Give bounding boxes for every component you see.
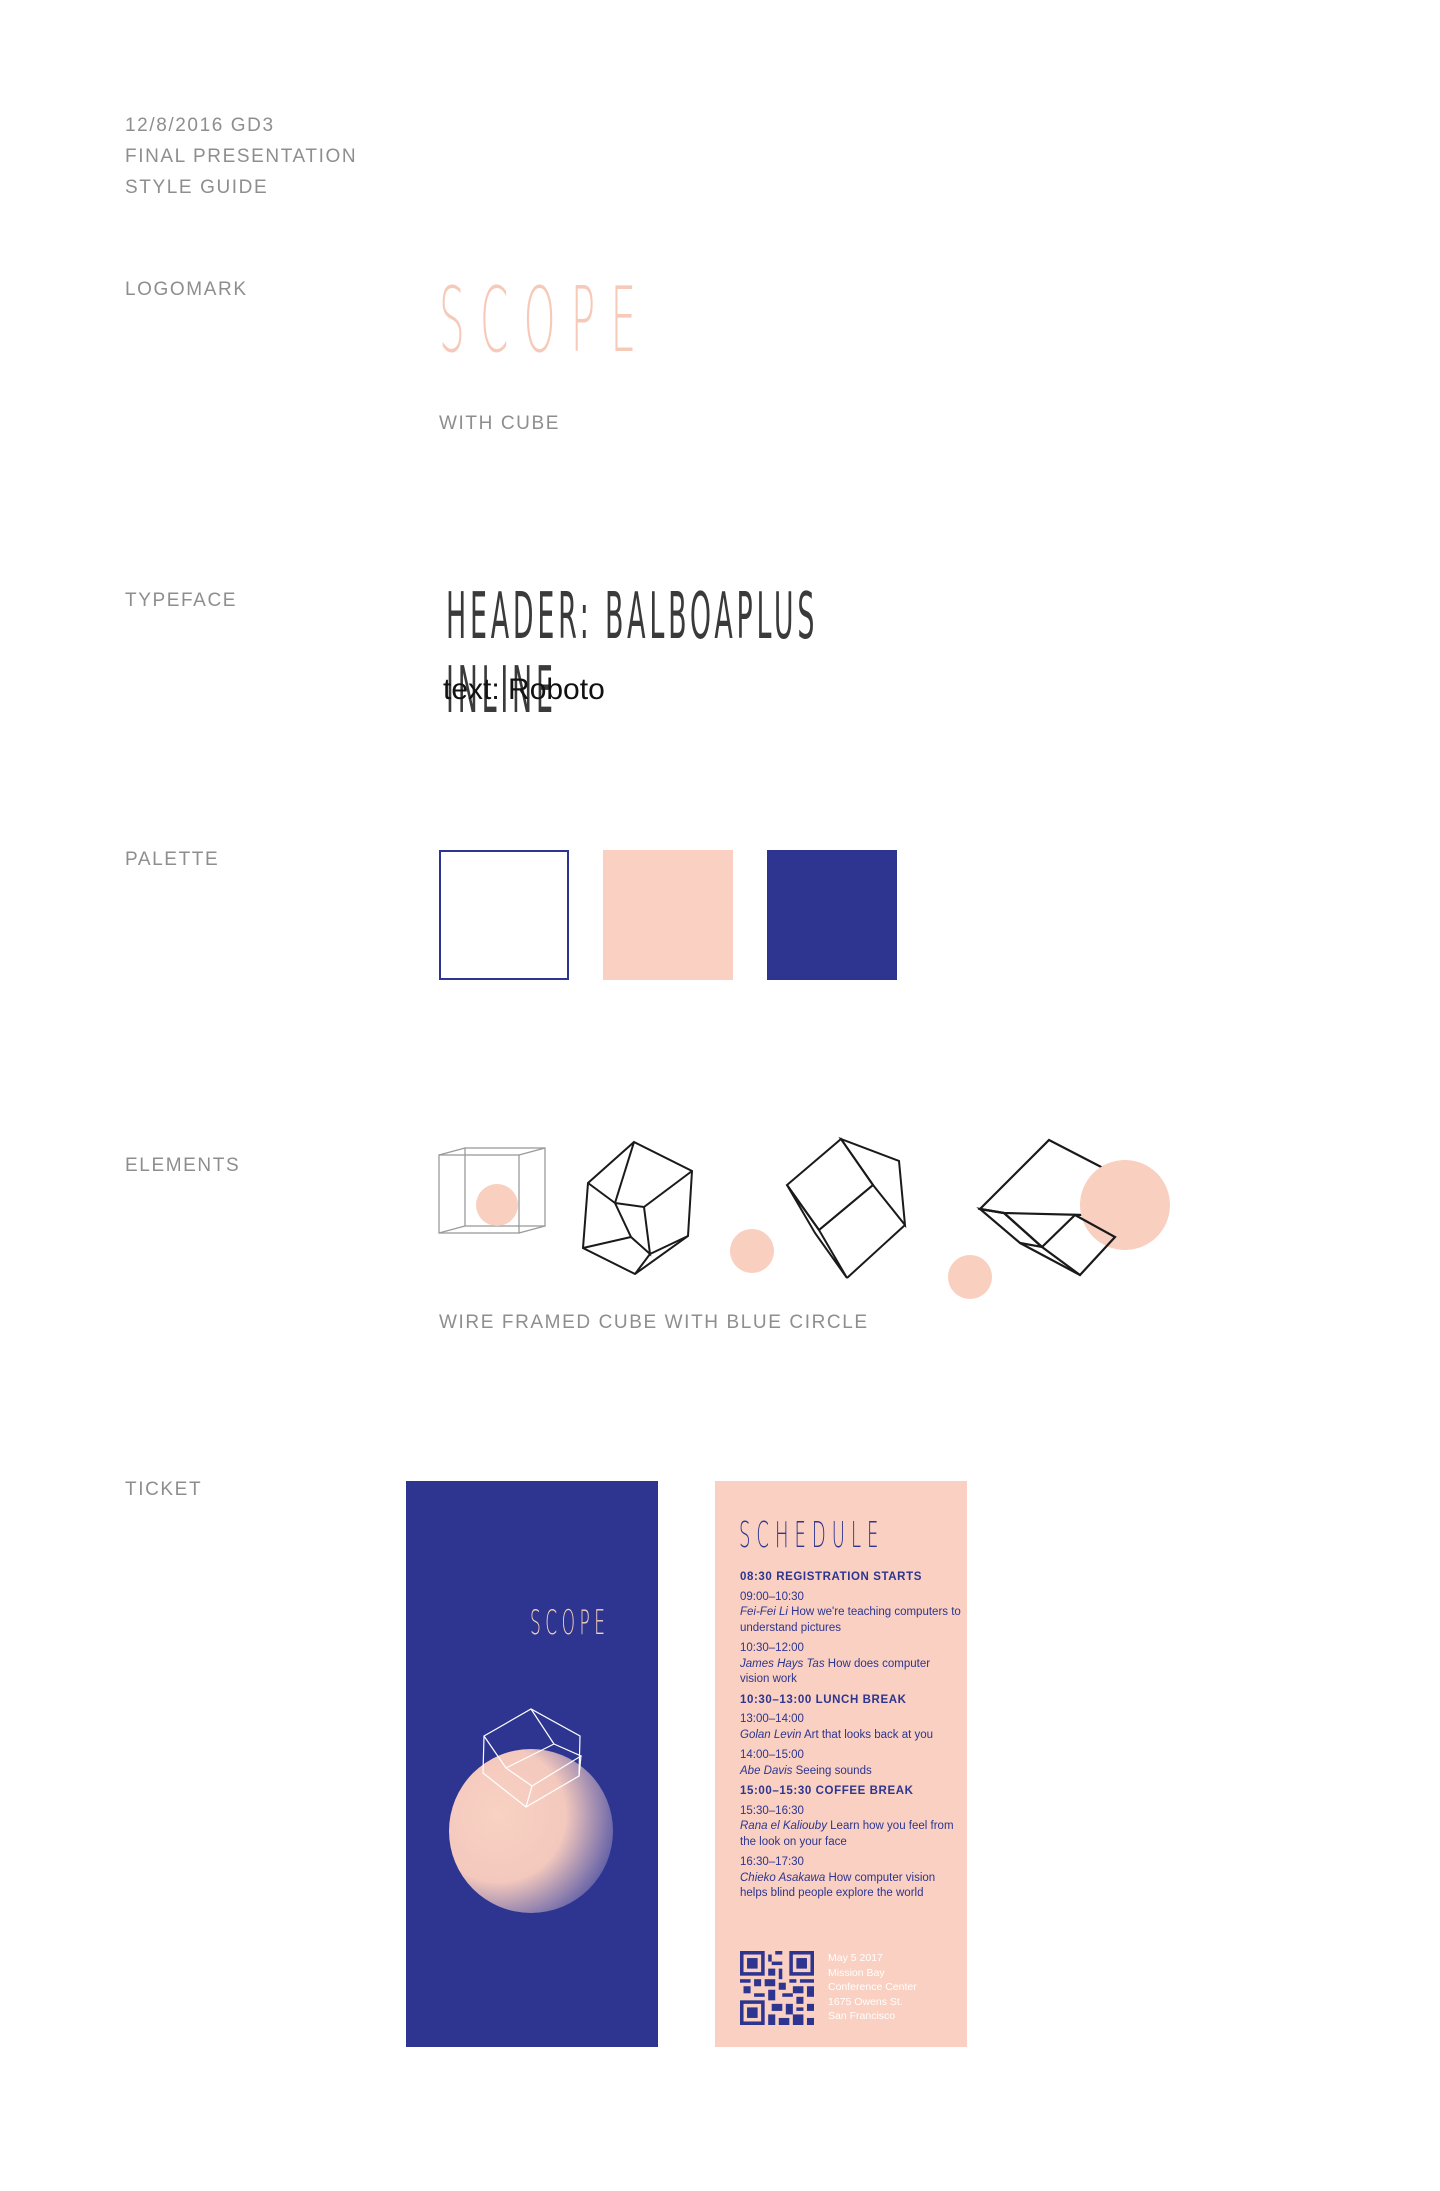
header-subtitle: STYLE GUIDE <box>125 177 269 198</box>
elements-illustrations <box>438 1136 1170 1299</box>
elements-caption: WIRE FRAMED CUBE WITH BLUE CIRCLE <box>439 1312 869 1333</box>
schedule-title: SCHEDULE <box>739 1515 885 1556</box>
speaker-name: Fei-Fei Li <box>740 1606 788 1618</box>
speaker-name: Chieko Asakawa <box>740 1871 826 1884</box>
circle-2 <box>730 1229 774 1273</box>
swatch-peach <box>603 850 733 980</box>
body-font-sample: text: Roboto <box>443 673 605 706</box>
talk-title: Seeing sounds <box>795 1764 872 1777</box>
session-3: 13:00–14:00 Golan Levin Art that looks b… <box>740 1712 962 1743</box>
circle-3 <box>948 1255 992 1299</box>
session-5: 15:30–16:30 Rana el Kaliouby Learn how y… <box>740 1804 962 1851</box>
scope-logo: SCOPE <box>439 268 652 373</box>
speaker-name: Abe Davis <box>740 1764 793 1777</box>
elements-label: ELEMENTS <box>125 1155 241 1176</box>
venue-info: May 5 2017 Mission Bay Conference Center… <box>828 1951 917 2024</box>
session-time: 13:00–14:00 <box>740 1713 804 1725</box>
venue-line: San Francisco <box>828 2010 896 2022</box>
circle-4 <box>1080 1160 1170 1250</box>
logomark-caption: WITH CUBE <box>439 413 561 434</box>
wire-cube-2 <box>581 1140 694 1276</box>
speaker-name: James Hays Tas <box>740 1657 825 1670</box>
session-1: 09:00–10:30 Fei-Fei Li How we're teachin… <box>740 1590 962 1637</box>
session-time: 16:30–17:30 <box>740 1856 804 1868</box>
ticket-back: SCHEDULE 08:30 REGISTRATION STARTS 09:00… <box>715 1481 967 2047</box>
session-6: 16:30–17:30 Chieko Asakawa How computer … <box>740 1855 962 1902</box>
ticket-art <box>449 1708 613 1913</box>
swatch-white <box>439 850 569 980</box>
schedule-list: 08:30 REGISTRATION STARTS 09:00–10:30 Fe… <box>740 1567 962 1907</box>
ticket-front: SCOPE <box>406 1481 658 2047</box>
typeface-label: TYPEFACE <box>125 590 238 611</box>
session-time: 14:00–15:00 <box>740 1749 804 1761</box>
session-time: 10:30–12:00 <box>740 1642 804 1654</box>
session-time: 15:30–16:30 <box>740 1804 804 1817</box>
header-title: FINAL PRESENTATION <box>125 146 358 167</box>
header-block: 12/8/2016 GD3 FINAL PRESENTATION STYLE G… <box>125 110 357 203</box>
session-4: 14:00–15:00 Abe Davis Seeing sounds <box>740 1748 962 1779</box>
halftone-sphere <box>449 1749 613 1913</box>
session-time: 09:00–10:30 <box>740 1590 804 1603</box>
session-2: 10:30–12:00 James Hays Tas How does comp… <box>740 1641 962 1688</box>
circle-1 <box>476 1184 518 1226</box>
speaker-name: Rana el Kaliouby <box>740 1820 827 1832</box>
ticket-label: TICKET <box>125 1479 203 1500</box>
venue-line: Conference Center <box>828 1981 917 1993</box>
swatch-navy <box>767 850 897 980</box>
speaker-name: Golan Levin <box>740 1728 802 1741</box>
event-date: May 5 2017 <box>828 1952 883 1964</box>
qr-code <box>740 1951 814 2025</box>
coffee-row: 15:00–15:30 COFFEE BREAK <box>740 1785 914 1797</box>
wire-cube-3 <box>785 1136 907 1279</box>
lunch-row: 10:30–13:00 LUNCH BREAK <box>740 1693 907 1706</box>
logomark-label: LOGOMARK <box>125 279 248 300</box>
palette-label: PALETTE <box>125 849 220 870</box>
talk-title: Art that looks back at you <box>803 1728 934 1741</box>
venue-line: Mission Bay <box>828 1966 885 1979</box>
registration-row: 08:30 REGISTRATION STARTS <box>740 1571 922 1583</box>
venue-line: 1675 Owens St. <box>828 1995 903 2008</box>
header-date: 12/8/2016 GD3 <box>125 115 275 136</box>
